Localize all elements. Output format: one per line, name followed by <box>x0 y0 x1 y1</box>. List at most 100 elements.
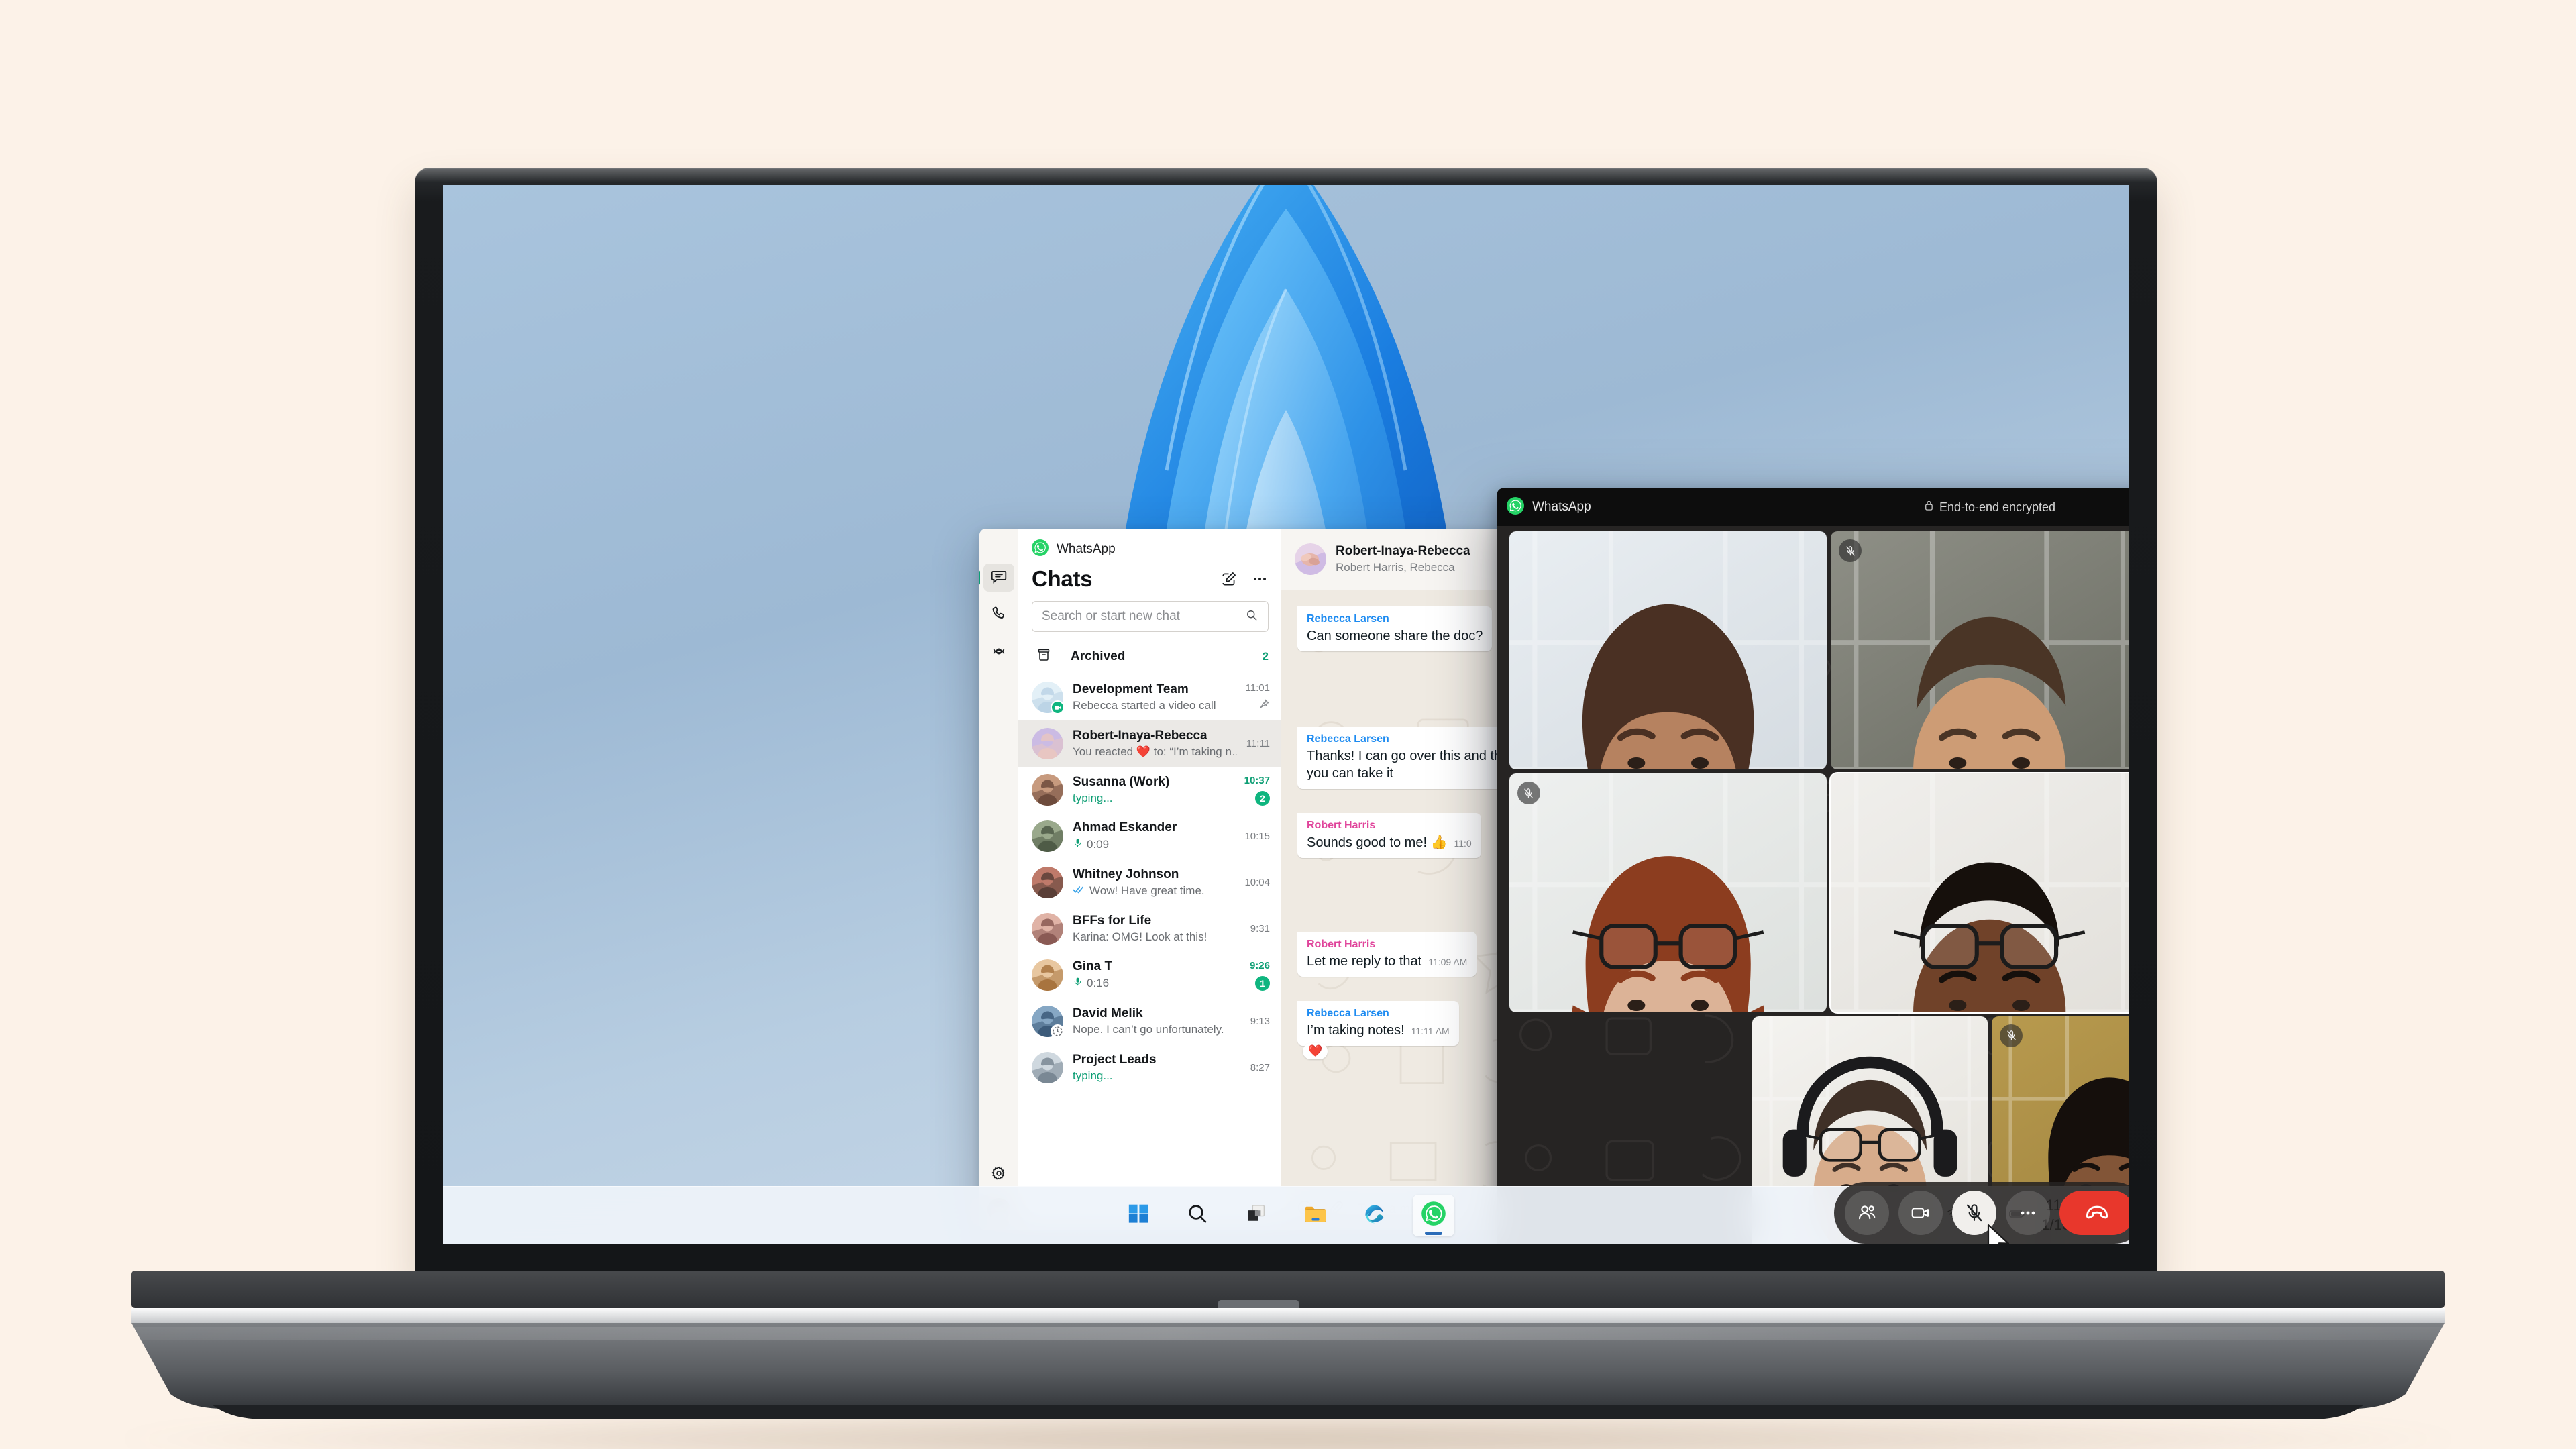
list-item-text: Susanna (Work) typing... <box>1073 775 1235 805</box>
participant-tile[interactable] <box>1829 772 2129 1014</box>
message-bubble: Robert Harris Let me reply to that 11:09 A… <box>1297 932 1477 977</box>
list-item[interactable]: David Melik Nope. I can’t go unfortunatel… <box>1018 998 1281 1044</box>
message-reaction[interactable]: ❤️ <box>1303 1043 1328 1059</box>
participants-button[interactable] <box>1845 1191 1889 1235</box>
message-bubble: Rebecca Larsen I’m taking notes! 11:11 AM ❤… <box>1297 1001 1459 1059</box>
status-ring-icon <box>990 643 1008 663</box>
list-item-time: 9:31 <box>1250 923 1270 934</box>
file-explorer-button[interactable] <box>1295 1195 1336 1236</box>
avatar <box>1032 682 1065 714</box>
participant-grid <box>1497 526 2129 1244</box>
list-item[interactable]: Ahmad Eskander 0:09 10:15 <box>1018 813 1281 859</box>
participant-tile[interactable] <box>1831 531 2129 770</box>
whatsapp-button[interactable] <box>1413 1194 1454 1236</box>
lock-icon <box>1924 500 1934 515</box>
sidebar-item-calls[interactable] <box>983 601 1014 629</box>
end-call-button[interactable] <box>2059 1191 2129 1235</box>
message-text: I’m taking notes! 11:11 AM <box>1307 1023 1450 1038</box>
list-item-preview: typing... <box>1073 1069 1113 1082</box>
participant-tile[interactable] <box>1509 531 1827 770</box>
avatar <box>1032 774 1063 806</box>
list-item-preview: Nope. I can’t go unfortunately. <box>1073 1023 1224 1036</box>
list-item-name: Robert-Inaya-Rebecca <box>1073 729 1208 743</box>
avatar <box>1032 913 1063 945</box>
active-app-indicator <box>1425 1231 1442 1235</box>
edge-button[interactable] <box>1354 1195 1395 1236</box>
camera-button[interactable] <box>1898 1191 1943 1235</box>
sidebar-item-settings[interactable] <box>983 1161 1014 1189</box>
list-item-text: BFFs for Life Karina: OMG! Look at this! <box>1073 914 1241 944</box>
task-view-button[interactable] <box>1236 1195 1277 1236</box>
chat-bubble-icon <box>990 568 1008 588</box>
list-item-time: 11:01 <box>1245 682 1270 694</box>
sidebar-item-status[interactable] <box>983 639 1014 667</box>
list-item[interactable]: Susanna (Work) typing... 10:37 2 <box>1018 767 1281 813</box>
edge-icon <box>1363 1202 1386 1228</box>
list-item[interactable]: BFFs for Life Karina: OMG! Look at this! 9… <box>1018 906 1281 952</box>
avatar <box>1032 820 1063 852</box>
pin-icon <box>1258 698 1270 713</box>
list-item-time: 9:13 <box>1250 1016 1270 1027</box>
list-item-text: Whitney Johnson Wow! Have great time. <box>1073 867 1235 898</box>
scene: WhatsApp Chats Search or start new chat … <box>0 0 2576 1449</box>
video-call-icon <box>1051 700 1065 714</box>
list-item[interactable]: Whitney Johnson Wow! Have great time. 10:0… <box>1018 859 1281 906</box>
app-brand-label: WhatsApp <box>1057 542 1116 556</box>
start-button[interactable] <box>1118 1195 1159 1236</box>
message-sender: Rebecca Larsen <box>1307 613 1389 625</box>
message-time: 11:0 <box>1454 838 1472 849</box>
taskbar-items <box>1118 1194 1454 1236</box>
compose-icon[interactable] <box>1220 570 1238 588</box>
list-item[interactable]: Gina T 0:16 9:26 1 <box>1018 952 1281 998</box>
list-item-meta: 11:01 <box>1246 682 1270 713</box>
folder-icon <box>1303 1202 1328 1228</box>
message-text: Sounds good to me! 👍 11:0 <box>1307 835 1472 850</box>
more-horizontal-icon[interactable] <box>1251 570 1269 588</box>
conversation-avatar <box>1295 543 1326 575</box>
list-item-meta: 8:27 <box>1250 1062 1270 1073</box>
list-item[interactable]: Robert-Inaya-Rebecca You reacted ❤️ to: “… <box>1018 720 1281 767</box>
list-item-time: 9:26 <box>1249 959 1270 971</box>
microphone-muted-icon <box>2000 1024 2023 1047</box>
list-item-meta: 11:11 <box>1246 738 1270 749</box>
search-input[interactable] <box>1042 609 1245 624</box>
avatar <box>1032 867 1063 898</box>
list-item-meta: 10:37 2 <box>1244 775 1270 806</box>
list-item-time: 10:15 <box>1244 830 1270 842</box>
list-item[interactable]: Development Team Rebecca started a video … <box>1018 674 1281 720</box>
timer-icon <box>1051 1024 1065 1038</box>
call-stage <box>1497 526 2129 1244</box>
list-item-preview: You reacted ❤️ to: “I’m taking n… <box>1073 745 1237 758</box>
list-item[interactable]: Project Leads typing... 8:27 <box>1018 1044 1281 1091</box>
chat-list-header: Chats <box>1018 562 1281 597</box>
sidebar-item-chats[interactable] <box>983 564 1014 592</box>
message-bubble: Robert Harris Sounds good to me! 👍 11:0 <box>1297 813 1481 858</box>
list-item-meta: 9:26 1 <box>1250 960 1270 991</box>
phone-icon <box>990 605 1007 625</box>
participant-grid-row <box>1503 531 2129 770</box>
message-sender: Robert Harris <box>1307 820 1376 831</box>
list-item-name: Whitney Johnson <box>1073 867 1179 881</box>
gear-icon <box>991 1165 1007 1185</box>
list-item-text: Development Team Rebecca started a video … <box>1073 682 1236 712</box>
search-box[interactable] <box>1032 601 1269 632</box>
search-button[interactable] <box>1177 1195 1218 1236</box>
conversation-members: Robert Harris, Rebecca <box>1336 561 1455 574</box>
archive-box-icon <box>1036 647 1052 666</box>
avatar <box>1032 959 1063 991</box>
list-item-meta: 9:13 <box>1250 1016 1270 1027</box>
list-item-preview: typing... <box>1073 792 1113 804</box>
microphone-icon <box>1073 976 1083 991</box>
list-item-text: Ahmad Eskander 0:09 <box>1073 820 1235 852</box>
archived-row[interactable]: Archived 2 <box>1018 639 1281 674</box>
lid-top-sheen <box>415 168 2157 182</box>
list-item-time: 11:11 <box>1246 738 1270 749</box>
video-call-window[interactable]: WhatsApp End-to-end encrypted <box>1497 488 2129 1244</box>
list-item-preview: 0:09 <box>1073 837 1235 852</box>
whatsapp-icon <box>1421 1201 1446 1230</box>
participant-tile[interactable] <box>1509 773 1827 1012</box>
message-bubble: Rebecca Larsen Can someone share the doc? <box>1297 606 1493 651</box>
whatsapp-icon <box>1032 539 1049 559</box>
list-item-name: BFFs for Life <box>1073 914 1152 928</box>
list-item-name: Gina T <box>1073 959 1113 973</box>
